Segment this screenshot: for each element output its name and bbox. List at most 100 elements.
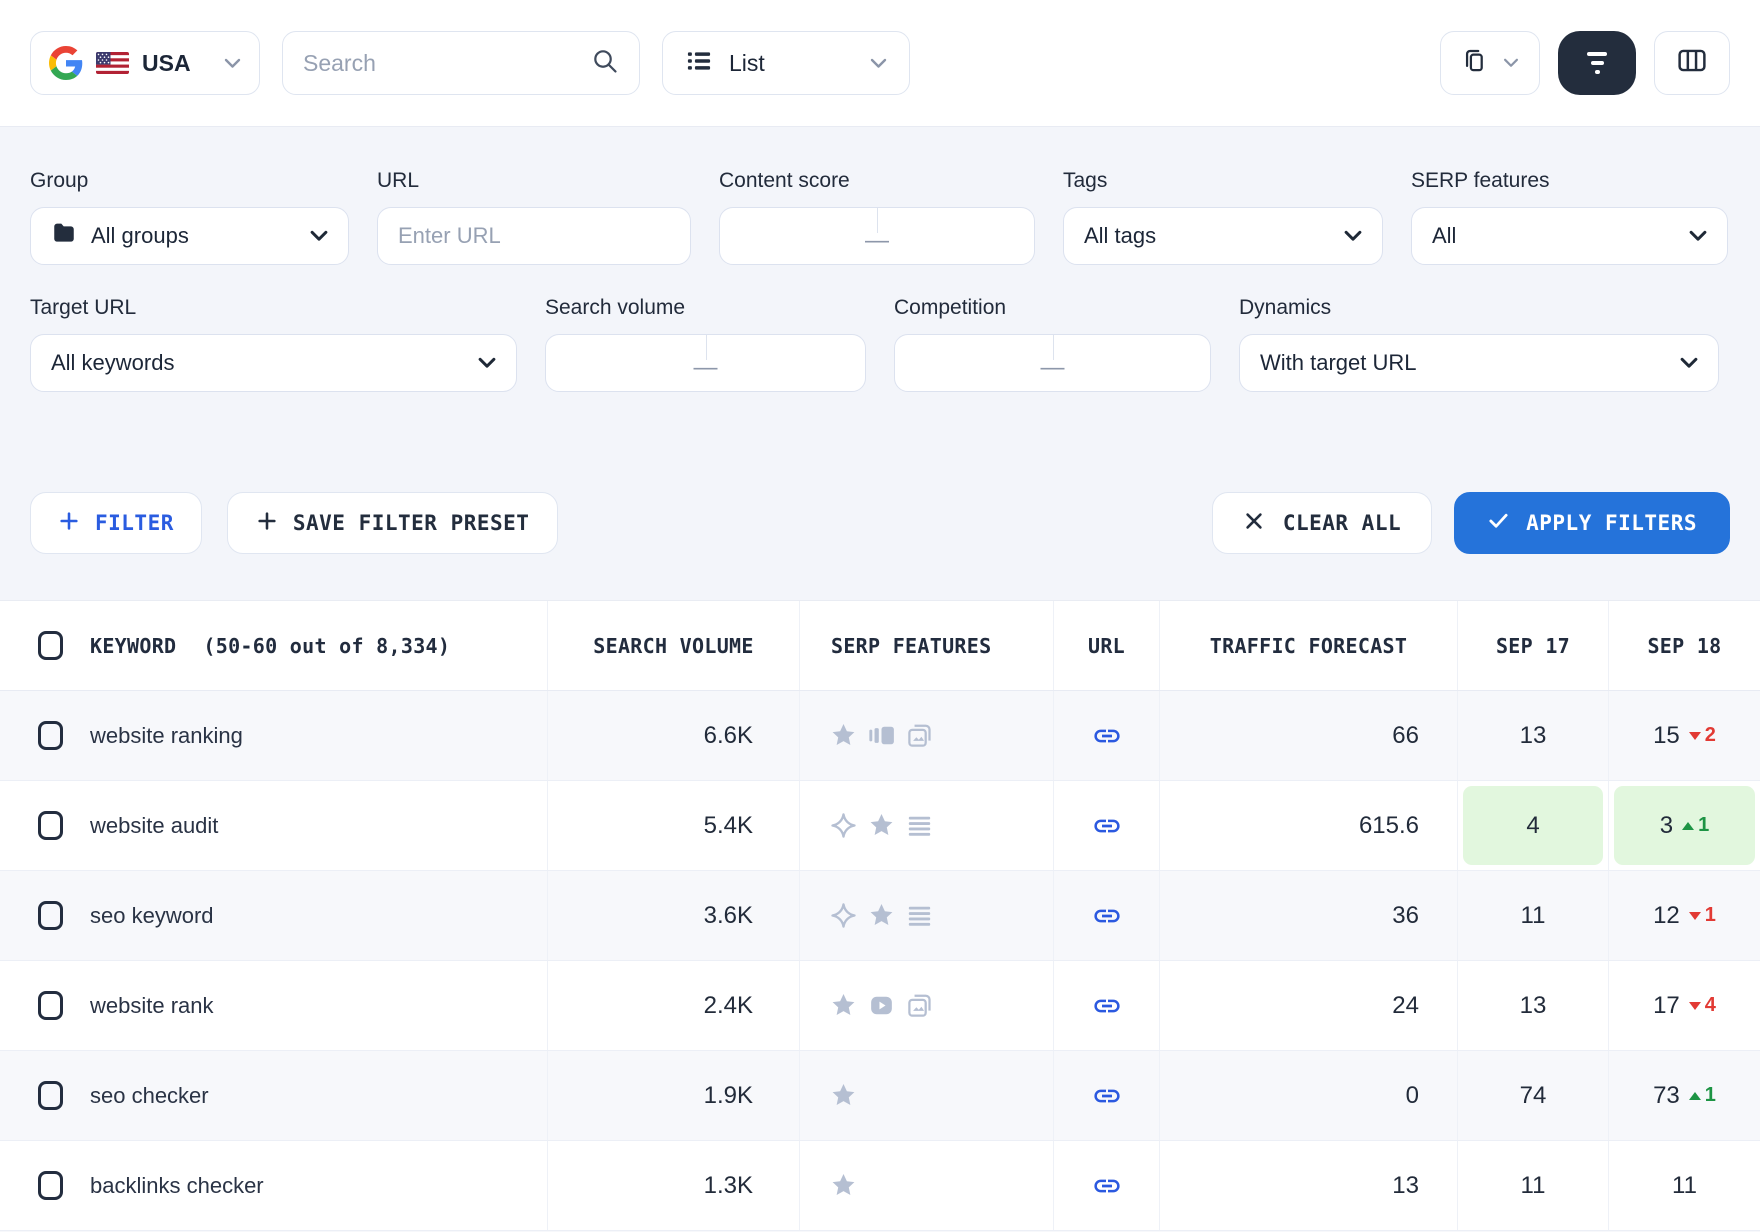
keyword-position-tracking-app: USA List: [0, 0, 1760, 1232]
competition-label: Competition: [894, 295, 1211, 321]
keyword-cell: seo keyword: [0, 871, 548, 960]
row-checkbox[interactable]: [38, 1081, 63, 1110]
list-icon: [906, 902, 933, 929]
position-change: 1: [1682, 814, 1709, 837]
keyword-text: backlinks checker: [90, 1173, 264, 1199]
group-select[interactable]: All groups: [30, 207, 349, 265]
traffic-forecast-cell: 615.6: [1160, 781, 1458, 870]
keyword-text: website ranking: [90, 723, 243, 749]
change-value: 2: [1705, 724, 1716, 747]
row-checkbox[interactable]: [38, 1171, 63, 1200]
plus-icon: [58, 510, 80, 537]
star-icon: [830, 1172, 857, 1199]
keyword-cell: website ranking: [0, 691, 548, 780]
search-box[interactable]: [282, 31, 640, 95]
view-selector[interactable]: List: [662, 31, 910, 95]
keyword-text: website audit: [90, 813, 218, 839]
position-value: 3: [1660, 812, 1673, 840]
link-icon[interactable]: [1092, 901, 1122, 931]
header-search-volume: SEARCH VOLUME: [548, 601, 800, 690]
keyword-cell: backlinks checker: [0, 1141, 548, 1230]
traffic-forecast-cell: 24: [1160, 961, 1458, 1050]
keyword-text: website rank: [90, 993, 214, 1019]
row-checkbox[interactable]: [38, 811, 63, 840]
position-sep18-cell: 11: [1609, 1141, 1760, 1230]
toolbar: USA List: [0, 0, 1760, 127]
change-down-icon: [1689, 732, 1701, 740]
usa-flag-icon: [96, 52, 129, 74]
apply-filters-button[interactable]: APPLY FILTERS: [1454, 492, 1730, 554]
view-selector-label: List: [729, 50, 765, 77]
competition-range[interactable]: —: [894, 334, 1211, 392]
columns-icon: [1677, 47, 1707, 79]
header-traffic-forecast: TRAFFIC FORECAST: [1160, 601, 1458, 690]
position-sep18-cell: 731: [1609, 1051, 1760, 1140]
search-icon: [591, 47, 619, 80]
link-icon[interactable]: [1092, 991, 1122, 1021]
header-date-sep18: SEP 18: [1609, 601, 1760, 690]
table-row: website rank 2.4K 24 13 174: [0, 961, 1760, 1051]
change-value: 1: [1705, 904, 1716, 927]
search-volume-label: Search volume: [545, 295, 866, 321]
filter-tags: Tags All tags: [1063, 168, 1383, 265]
position-value: 11: [1521, 902, 1546, 930]
row-checkbox[interactable]: [38, 991, 63, 1020]
content-score-label: Content score: [719, 168, 1035, 194]
position-sep18-cell: 121: [1609, 871, 1760, 960]
save-filter-preset-button[interactable]: SAVE FILTER PRESET: [227, 492, 559, 554]
keyword-text: seo checker: [90, 1083, 209, 1109]
check-icon: [1487, 509, 1510, 537]
content-score-range[interactable]: —: [719, 207, 1035, 265]
search-input[interactable]: [303, 50, 579, 77]
link-icon[interactable]: [1092, 811, 1122, 841]
serp-features-select[interactable]: All: [1411, 207, 1728, 265]
url-input-box[interactable]: [377, 207, 691, 265]
select-all-checkbox[interactable]: [38, 631, 63, 660]
tags-select[interactable]: All tags: [1063, 207, 1383, 265]
dynamics-select[interactable]: With target URL: [1239, 334, 1719, 392]
list-icon: [906, 812, 933, 839]
chevron-down-icon: [1689, 230, 1707, 242]
search-volume-range[interactable]: —: [545, 334, 866, 392]
position-sep18-cell: 152: [1609, 691, 1760, 780]
clear-all-button[interactable]: CLEAR ALL: [1212, 492, 1432, 554]
copy-icon: [1461, 47, 1488, 79]
save-filter-preset-label: SAVE FILTER PRESET: [293, 511, 530, 535]
row-checkbox[interactable]: [38, 721, 63, 750]
position-value: 11: [1672, 1172, 1697, 1200]
position-change: 1: [1689, 904, 1716, 927]
url-input[interactable]: [398, 223, 670, 249]
header-keyword: KEYWORD (50-60 out of 8,334): [0, 601, 548, 690]
filter-actions: FILTER SAVE FILTER PRESET CLEAR ALL APPL…: [30, 492, 1730, 554]
add-filter-button[interactable]: FILTER: [30, 492, 202, 554]
target-url-label: Target URL: [30, 295, 517, 321]
position-value: 13: [1520, 992, 1547, 1020]
position-value: 74: [1520, 1082, 1547, 1110]
position-sep17-cell: 74: [1458, 1051, 1609, 1140]
sparkle-icon: [830, 902, 857, 929]
link-icon[interactable]: [1092, 721, 1122, 751]
serp-features-cell: [800, 871, 1054, 960]
dynamics-select-value: With target URL: [1260, 350, 1417, 376]
link-icon[interactable]: [1092, 1171, 1122, 1201]
apply-filters-label: APPLY FILTERS: [1526, 511, 1697, 535]
position-sep17-cell: 11: [1458, 1141, 1609, 1230]
table-row: seo checker 1.9K 0 74 731: [0, 1051, 1760, 1141]
chevron-down-icon: [1680, 357, 1698, 369]
tags-select-value: All tags: [1084, 223, 1156, 249]
copy-button[interactable]: [1440, 31, 1540, 95]
row-checkbox[interactable]: [38, 901, 63, 930]
search-volume-cell: 1.9K: [548, 1051, 800, 1140]
link-icon[interactable]: [1092, 1081, 1122, 1111]
position-change: 2: [1689, 724, 1716, 747]
serp-features-cell: [800, 781, 1054, 870]
table-header-row: KEYWORD (50-60 out of 8,334) SEARCH VOLU…: [0, 601, 1760, 691]
url-cell: [1054, 961, 1160, 1050]
filters-toggle-button[interactable]: [1558, 31, 1636, 95]
plus-icon: [256, 510, 278, 537]
position-value: 73: [1653, 1082, 1680, 1110]
search-engine-country-selector[interactable]: USA: [30, 31, 260, 95]
position-sep17-cell: 13: [1458, 691, 1609, 780]
target-url-select[interactable]: All keywords: [30, 334, 517, 392]
manage-columns-button[interactable]: [1654, 31, 1730, 95]
